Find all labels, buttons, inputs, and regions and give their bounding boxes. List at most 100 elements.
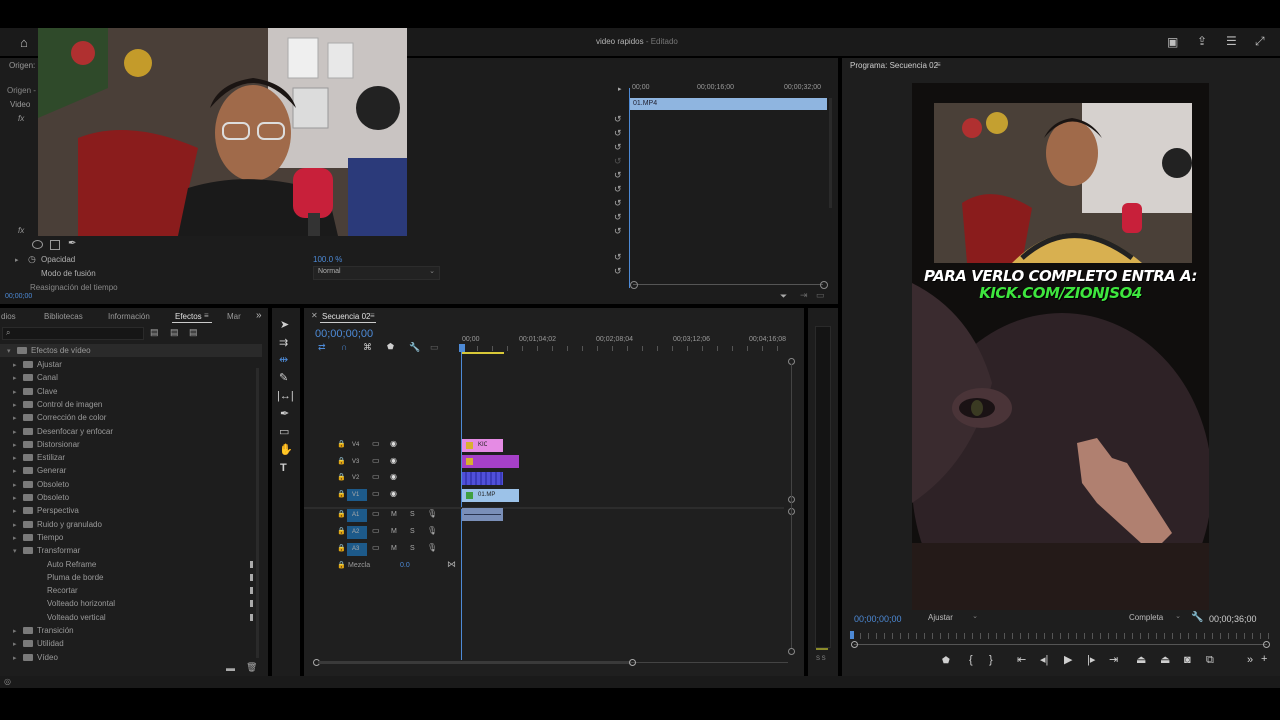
clip-a1[interactable] [462,508,503,521]
reset-icon[interactable]: ↺ [614,112,622,126]
program-playhead[interactable] [850,631,854,639]
rect-mask-icon[interactable] [50,240,60,250]
mix-end-icon[interactable]: ⋈ [447,559,456,570]
tab-libraries[interactable]: Bibliotecas [44,312,83,321]
tree-folder-item[interactable]: ▸ Generar [0,464,66,477]
pen-mask-icon[interactable]: ✒ [68,238,76,249]
clip-v3[interactable] [462,455,519,468]
mark-out-icon[interactable]: } [989,655,993,666]
clip-v2[interactable] [462,472,503,485]
lock-icon[interactable]: 🔒 [337,527,346,535]
mute-button-icon[interactable]: M [391,528,397,535]
clip-v4-extend[interactable] [487,439,503,452]
tree-folder-item[interactable]: ▸ Tiempo [0,531,63,544]
snap-icon[interactable]: ∩ [341,343,347,352]
scroll-handle-right[interactable] [1263,641,1270,648]
mix-value[interactable]: 0.0 [400,562,410,569]
effect-controls-timecode[interactable]: 00;00;00 [5,293,32,300]
captions-icon[interactable]: ▭ [430,343,439,352]
quality-select[interactable]: Completa ⌄ [1129,613,1183,624]
audio-track-header[interactable]: 🔒 A2 ▭ M S 🎙 [304,525,459,540]
opacity-expand-icon[interactable]: ▸ [15,256,19,264]
wrench-icon[interactable]: 🔧 [1191,612,1203,623]
step-back-icon[interactable]: ◂| [1040,655,1048,666]
timeline-tab[interactable]: Secuencia 02 [322,312,370,321]
lock-icon[interactable]: 🔒 [337,490,346,498]
microphone-icon[interactable]: 🎙 [427,526,437,535]
ruler-ticks[interactable] [462,346,782,351]
linked-selection-icon[interactable]: ⌘ [363,343,372,352]
mute-button-icon[interactable]: M [391,511,397,518]
ec-playhead[interactable] [629,88,630,288]
video-track-header[interactable]: 🔒 V4 ▭ ◉ [304,438,459,453]
add-marker-icon[interactable]: ⬟ [387,343,394,351]
solo-button-icon[interactable]: S [410,545,415,552]
vscroll-bottom-handle[interactable] [788,648,795,655]
reset-icon[interactable]: ↺ [614,140,622,154]
more-tabs-icon[interactable]: » [256,310,262,321]
stopwatch-icon[interactable]: ◷ [28,254,36,265]
ellipse-mask-icon[interactable] [32,240,43,249]
extract-icon[interactable]: ⏏ [1160,655,1170,666]
accelerated-effects-icon[interactable]: ▤ [150,327,159,338]
fit-select[interactable]: Ajustar ⌄ [928,613,980,624]
home-icon[interactable]: ⌂ [20,36,28,49]
audio-track-header[interactable]: 🔒 A1 ▭ M S 🎙 [304,508,459,523]
video-track-header[interactable]: 🔒 V2 ▭ ◉ [304,471,459,486]
tree-folder-item[interactable]: ▸ Clave [0,385,57,398]
effects-scrollbar[interactable] [256,368,259,658]
tree-effect-item[interactable]: Recortar [0,584,253,597]
add-button-icon[interactable]: + [1261,654,1267,665]
sync-lock-icon[interactable]: ▭ [372,472,380,481]
solo-button-icon[interactable]: S [410,511,415,518]
tree-folder-item[interactable]: ▸ Utilidad [0,637,64,650]
mix-lock-icon[interactable]: 🔒 [337,561,346,569]
tab-media[interactable]: dios [1,312,16,321]
slip-tool-icon[interactable]: |↔| [277,391,294,402]
tree-folder-item[interactable]: ▸ Estilizar [0,451,65,464]
eye-icon[interactable]: ◉ [390,489,397,498]
toggle-icon[interactable]: ▭ [816,290,825,301]
program-timecode-current[interactable]: 00;00;00;00 [854,614,902,624]
tree-folder-item[interactable]: ▸ Ajustar [0,358,62,371]
type-tool-icon[interactable]: T [280,463,287,474]
tab-markers[interactable]: Mar [227,312,241,321]
sync-lock-icon[interactable]: ▭ [372,456,380,465]
quick-export-icon[interactable]: ▣ [1167,36,1178,48]
lock-icon[interactable]: 🔒 [337,510,346,518]
tab-effects[interactable]: Efectos [175,312,202,321]
more-icon[interactable]: » [1247,655,1253,666]
tree-folder-item[interactable]: ▸ Obsoleto [0,491,69,504]
reset-icon[interactable]: ↺ [614,196,622,210]
meter-solo-labels[interactable]: S S [816,656,826,662]
ec-scrollbar[interactable] [633,284,823,285]
timeline-playhead[interactable] [461,350,462,660]
export-frame-icon[interactable]: ⇥ [800,290,808,301]
timeline-tab-menu-icon[interactable]: ≡ [370,311,375,320]
menu-icon[interactable]: ☰ [1226,35,1237,47]
clip-v1[interactable]: 01.MP [462,489,519,502]
tree-effect-item[interactable]: Volteado vertical [0,611,253,624]
mark-in-icon[interactable]: { [969,655,973,666]
pen-tool-icon[interactable]: ✒ [280,409,289,420]
panel-menu-icon[interactable]: ≡ [936,60,941,69]
tree-root[interactable]: ▾ Efectos de vídeo [0,344,262,357]
tree-folder-item[interactable]: ▸ Corrección de color [0,411,106,424]
microphone-icon[interactable]: 🎙 [427,509,437,518]
lock-icon[interactable]: 🔒 [337,473,346,481]
32bit-effects-icon[interactable]: ▤ [170,327,179,338]
timeline-timecode[interactable]: 00;00;00;00 [315,328,373,340]
ripple-edit-tool-icon[interactable]: ⇹ [279,355,288,366]
program-video-frame[interactable]: PARA VERLO COMPLETO ENTRA A: KICK.COM/ZI… [912,83,1209,610]
search-input[interactable]: ⌕ [2,327,144,340]
sync-lock-icon[interactable]: ▭ [372,526,380,535]
go-to-in-icon[interactable]: ⇤ [1017,655,1026,666]
tree-folder-item[interactable]: ▸ Obsoleto [0,478,69,491]
microphone-icon[interactable]: 🎙 [427,543,437,552]
tree-folder-item[interactable]: ▸ Distorsionar [0,438,80,451]
sync-lock-icon[interactable]: ▭ [372,509,380,518]
scroll-handle-left[interactable] [851,641,858,648]
reset-icon[interactable]: ↺ [614,168,622,182]
mute-button-icon[interactable]: M [391,545,397,552]
tab-info[interactable]: Información [108,312,150,321]
